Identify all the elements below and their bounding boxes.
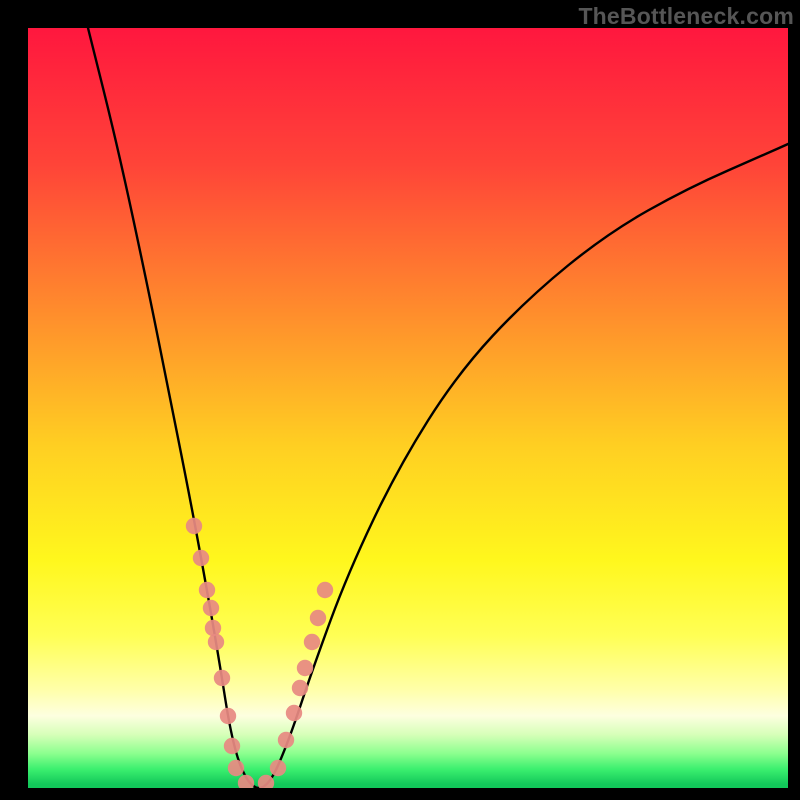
data-marker (270, 760, 286, 776)
watermark-text: TheBottleneck.com (578, 3, 794, 30)
chart-svg (0, 0, 800, 800)
data-marker (297, 660, 313, 676)
data-marker (214, 670, 230, 686)
chart-container: TheBottleneck.com (0, 0, 800, 800)
data-marker (208, 634, 224, 650)
data-marker (193, 550, 209, 566)
data-marker (310, 610, 326, 626)
data-marker (278, 732, 294, 748)
data-marker (203, 600, 219, 616)
data-marker (224, 738, 240, 754)
data-marker (292, 680, 308, 696)
data-marker (228, 760, 244, 776)
data-marker (286, 705, 302, 721)
data-marker (304, 634, 320, 650)
data-marker (199, 582, 215, 598)
data-marker (317, 582, 333, 598)
data-marker (220, 708, 236, 724)
gradient-background (28, 28, 788, 788)
data-marker (205, 620, 221, 636)
data-marker (186, 518, 202, 534)
data-marker (238, 775, 254, 791)
data-marker (258, 775, 274, 791)
